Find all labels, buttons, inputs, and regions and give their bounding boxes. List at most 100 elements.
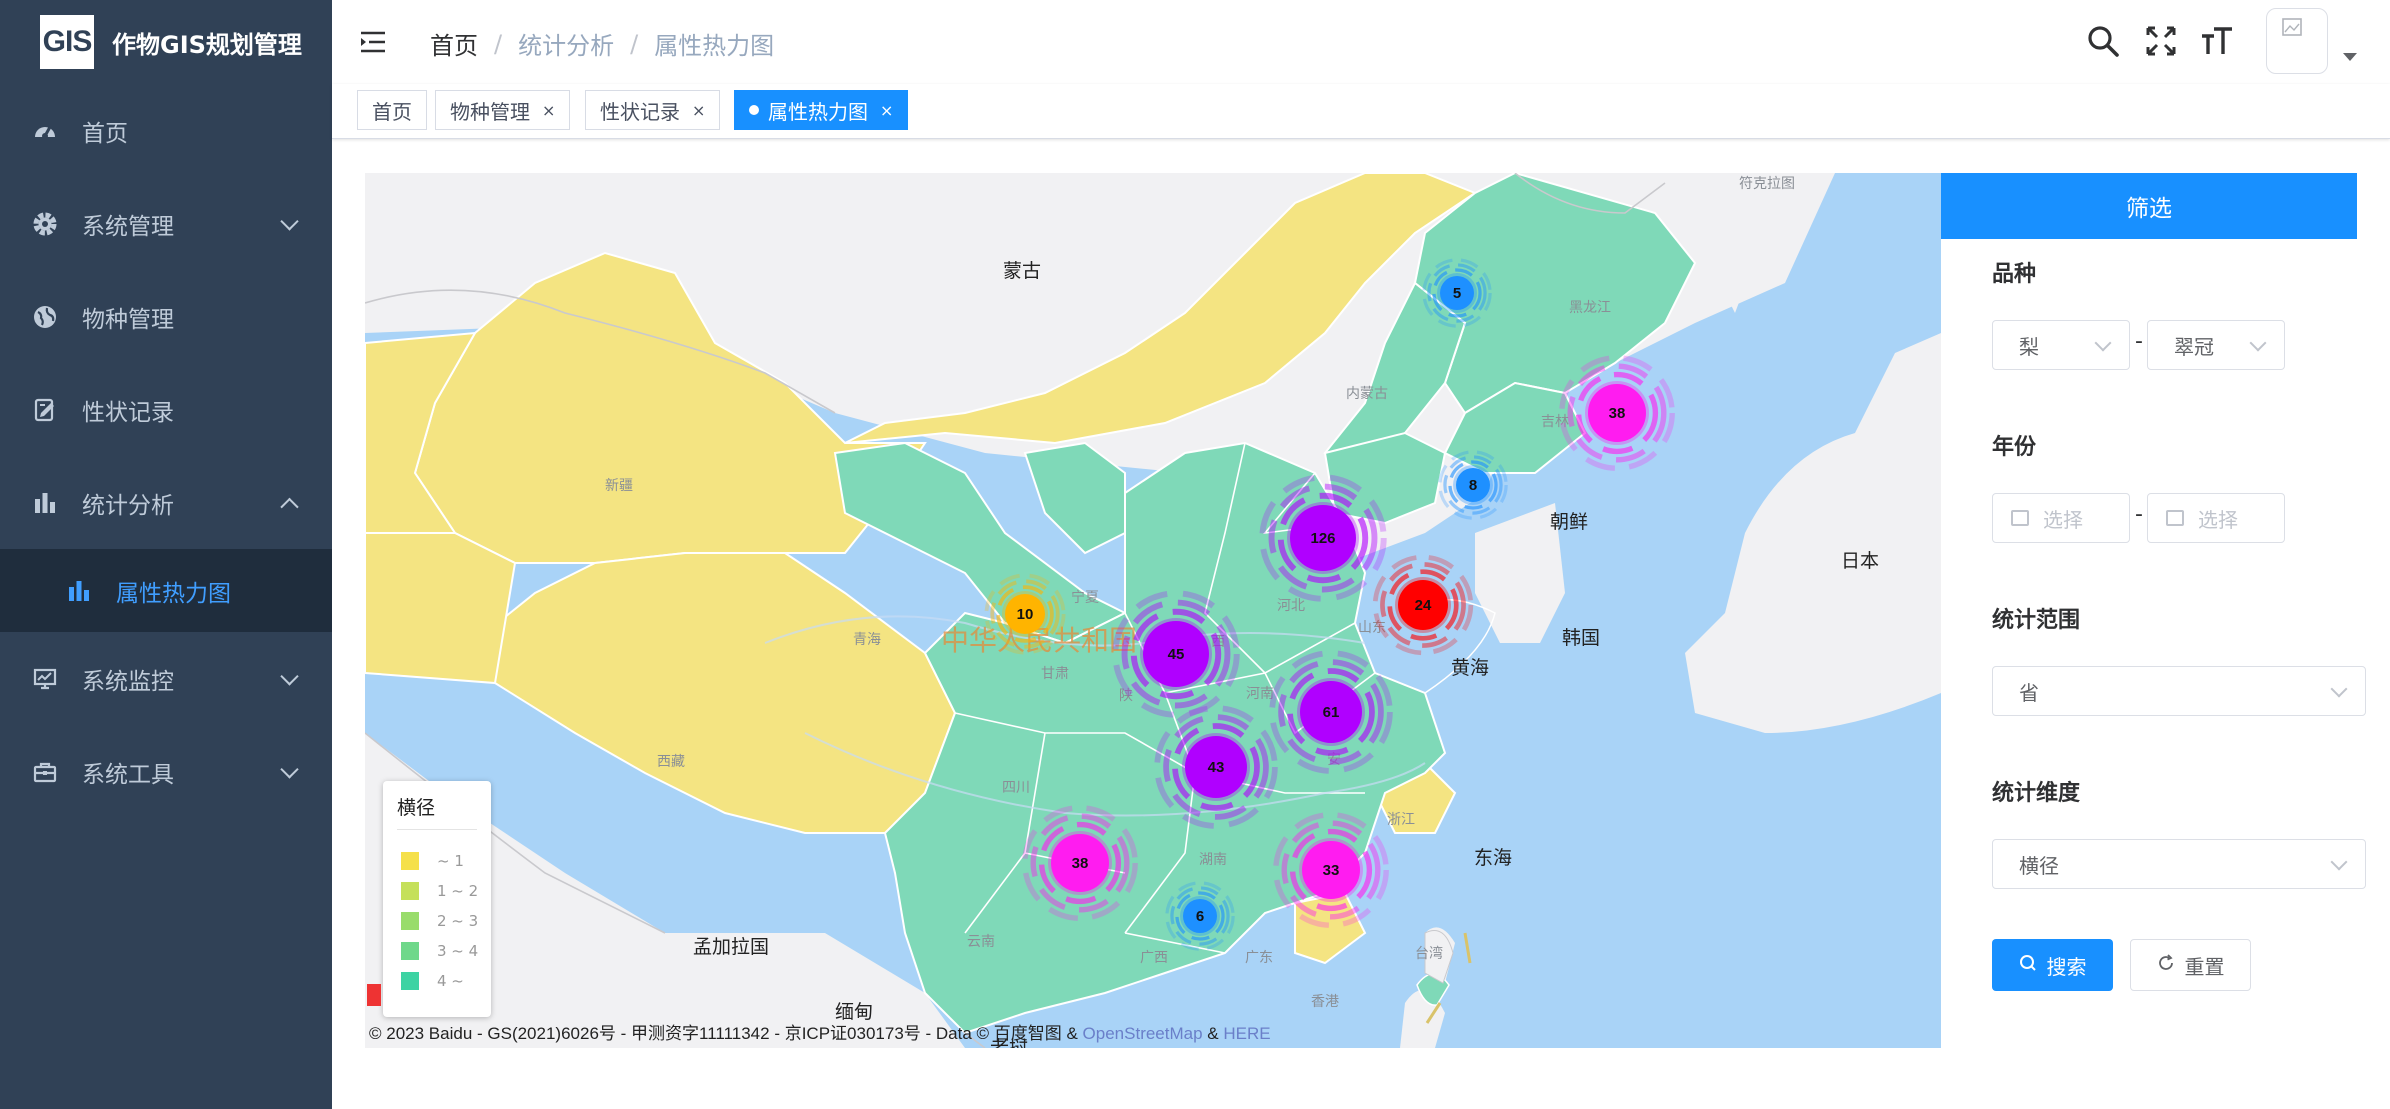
tag-traits[interactable]: 性状记录 ×	[585, 90, 721, 130]
tag-attribute-heatmap[interactable]: 属性热力图 ×	[734, 90, 909, 130]
map-cluster[interactable]: 8	[1437, 449, 1509, 521]
bar-chart-icon	[32, 490, 58, 516]
breadcrumb-home[interactable]: 首页	[430, 26, 478, 61]
map-cluster[interactable]: 38	[1020, 803, 1140, 923]
close-icon[interactable]: ×	[542, 101, 555, 120]
sidebar-subitem-label: 属性热力图	[116, 580, 231, 607]
legend-row: ~ 1	[401, 849, 464, 873]
sidebar-item-label: 系统工具	[82, 761, 174, 788]
calendar-icon	[2011, 510, 2029, 526]
legend-label: 2 ~ 3	[437, 912, 479, 930]
year-start-picker[interactable]: 选择	[1992, 493, 2130, 543]
map-canvas[interactable]: 蒙古 朝鲜 韩国 日本 黄海 东海 孟加拉国 缅甸 中华人民共和国 新疆 西藏 …	[365, 173, 1941, 1048]
year-end-placeholder: 选择	[2198, 507, 2238, 532]
tag-home[interactable]: 首页	[357, 90, 427, 130]
here-link[interactable]: HERE	[1223, 1024, 1270, 1043]
chevron-down-icon	[2330, 853, 2348, 871]
close-icon[interactable]: ×	[880, 101, 893, 120]
map-label-xinjiang: 新疆	[605, 478, 633, 494]
legend-title: 横径	[397, 797, 436, 819]
legend-swatch	[401, 912, 419, 930]
cluster-value: 10	[1005, 594, 1045, 634]
year-start-placeholder: 选择	[2043, 507, 2083, 532]
sidebar-subitem-attribute-heatmap[interactable]: 属性热力图	[0, 549, 332, 632]
map-label-qinghai: 青海	[853, 632, 881, 648]
fullscreen-icon[interactable]	[2144, 24, 2178, 58]
map-cluster[interactable]: 38	[1557, 353, 1677, 473]
sidebar-item-statistics[interactable]: 统计分析	[0, 456, 332, 549]
scope-select[interactable]: 省	[1992, 666, 2366, 716]
osm-link[interactable]: OpenStreetMap	[1083, 1024, 1203, 1043]
filter-panel: 筛选 品种 梨 - 翠冠 年份 选择 - 选择 统计范围 省 统计维度 横径 搜…	[1941, 173, 2366, 1048]
chevron-down-icon	[2094, 334, 2112, 352]
map-cluster[interactable]: 61	[1267, 648, 1395, 776]
baidu-logo	[367, 984, 381, 1006]
map-label-japan: 日本	[1841, 550, 1880, 572]
legend-divider	[397, 829, 477, 830]
breadcrumb-current: 属性热力图	[654, 32, 775, 60]
cluster-value: 43	[1185, 736, 1247, 798]
map-cluster[interactable]: 10	[983, 572, 1067, 656]
sidebar-item-system[interactable]: 系统管理	[0, 177, 332, 270]
cluster-value: 38	[1588, 384, 1646, 442]
reset-button[interactable]: 重置	[2130, 939, 2251, 991]
variety-select-2[interactable]: 翠冠	[2147, 320, 2285, 370]
cluster-value: 45	[1143, 621, 1209, 687]
map-cluster[interactable]: 33	[1271, 810, 1391, 930]
year-end-picker[interactable]: 选择	[2147, 493, 2285, 543]
variety-value-1: 梨	[2019, 334, 2039, 359]
calendar-icon	[2166, 510, 2184, 526]
dimension-label: 统计维度	[1992, 781, 2081, 806]
variety-value-2: 翠冠	[2174, 334, 2214, 359]
sidebar-item-monitor[interactable]: 系统监控	[0, 632, 332, 725]
variety-select-1[interactable]: 梨	[1992, 320, 2130, 370]
map-cluster[interactable]: 45	[1110, 588, 1242, 720]
map-label-gansu: 甘肃	[1041, 666, 1069, 682]
legend-swatch	[401, 972, 419, 990]
legend-swatch	[401, 942, 419, 960]
search-icon[interactable]	[2086, 24, 2120, 58]
sidebar-item-species[interactable]: 物种管理	[0, 270, 332, 363]
chevron-down-icon	[280, 211, 299, 231]
map-label-yunnan: 云南	[967, 934, 995, 950]
map-cluster[interactable]: 43	[1152, 703, 1280, 831]
map-label-zhejiang: 浙江	[1387, 812, 1415, 828]
filter-header: 筛选	[1941, 173, 2357, 239]
search-button[interactable]: 搜索	[1992, 939, 2113, 991]
logo-icon: GIS	[40, 15, 94, 69]
map-label-neimenggu: 内蒙古	[1346, 386, 1388, 402]
caret-down-icon[interactable]	[2343, 53, 2357, 61]
cluster-value: 8	[1456, 468, 1490, 502]
year-label: 年份	[1992, 435, 2037, 460]
edit-document-icon	[32, 397, 58, 423]
sidebar-item-label: 系统管理	[82, 213, 174, 240]
dimension-select[interactable]: 横径	[1992, 839, 2366, 889]
sidebar-item-label: 首页	[82, 120, 128, 147]
sidebar-item-traits[interactable]: 性状记录	[0, 363, 332, 456]
search-button-label: 搜索	[2046, 954, 2087, 979]
avatar[interactable]	[2266, 8, 2328, 74]
globe-icon	[32, 304, 58, 330]
close-icon[interactable]: ×	[692, 101, 705, 120]
map-label-guangdong: 广东	[1245, 950, 1273, 966]
legend-row: 4 ~	[401, 969, 464, 993]
variety-label: 品种	[1992, 262, 2037, 287]
cluster-value: 61	[1300, 681, 1362, 743]
hamburger-icon[interactable]	[358, 27, 388, 57]
map-label-top: 符克拉图	[1739, 176, 1795, 192]
tag-label: 性状记录	[600, 99, 680, 124]
app-logo[interactable]: GIS 作物GIS规划管理	[0, 0, 332, 84]
tag-species[interactable]: 物种管理 ×	[435, 90, 571, 130]
font-size-icon[interactable]	[2200, 24, 2234, 58]
dimension-value: 横径	[2019, 853, 2059, 878]
map-cluster[interactable]: 24	[1371, 553, 1475, 657]
map-cluster[interactable]: 126	[1257, 472, 1389, 604]
map-legend: 横径 ~ 1 1 ~ 2 2 ~ 3 3 ~ 4 4 ~	[383, 781, 491, 1017]
range-dash: -	[2135, 502, 2143, 527]
chevron-down-icon	[280, 759, 299, 779]
map-copyright: © 2023 Baidu - GS(2021)6026号 - 甲测资字11111…	[369, 1019, 1271, 1044]
sidebar-item-tools[interactable]: 系统工具	[0, 725, 332, 818]
map-cluster[interactable]: 6	[1164, 880, 1236, 952]
map-cluster[interactable]: 5	[1421, 257, 1493, 329]
sidebar-item-home[interactable]: 首页	[0, 84, 332, 177]
